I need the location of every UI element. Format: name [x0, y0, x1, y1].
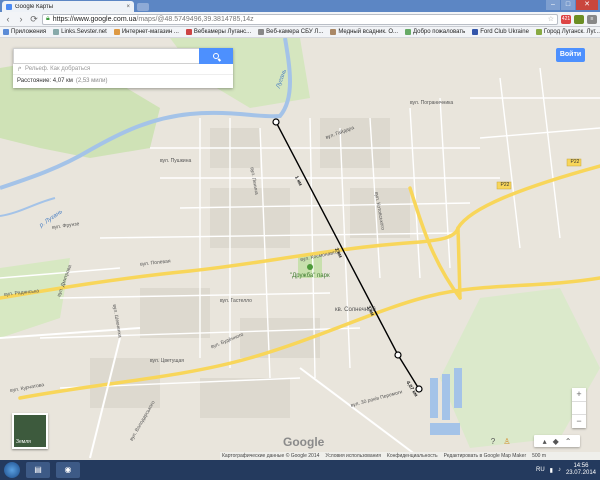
- bookmark-item[interactable]: Веб-камера СБУ Л...: [258, 29, 323, 35]
- route-shield-label: P22: [570, 159, 580, 165]
- distance-miles: (2,53 мили): [75, 77, 108, 84]
- address-bar[interactable]: 🔒︎ https://www.google.com.ua/maps/@48.57…: [42, 13, 558, 25]
- tab-title: Google Карты: [15, 3, 54, 10]
- route-shield-label: P22: [500, 182, 510, 188]
- distance-label: Расстояние: 4,07 км: [17, 77, 73, 84]
- tab-close-icon[interactable]: ×: [126, 4, 130, 10]
- street-label: вул. Гастелло: [220, 298, 252, 304]
- browser-window: Google Карты × – □ ✕ ‹ › ⟳ 🔒︎ https://ww…: [0, 0, 600, 480]
- clock-time: 14:56: [573, 463, 589, 469]
- scale-label: 500 m: [532, 453, 547, 459]
- clock-date: 23.07.2014: [565, 470, 596, 476]
- bookmark-apps[interactable]: Приложения: [3, 29, 46, 35]
- search-panel: ↱ Рельеф. Как добраться Расстояние: 4,07…: [13, 48, 233, 88]
- maps-favicon-icon: [6, 3, 12, 10]
- lock-icon: 🔒︎: [46, 15, 50, 22]
- earth-view-toggle[interactable]: Земля: [12, 413, 48, 449]
- zoom-control: + −: [572, 388, 586, 428]
- taskbar: ▤ ◉ RU ▮ ♪ 14:56 23.07.2014: [0, 460, 600, 480]
- search-icon: [213, 53, 219, 59]
- privacy-link[interactable]: Конфиденциальность: [387, 453, 438, 459]
- extension-badge[interactable]: 421: [561, 14, 571, 24]
- bookmark-item[interactable]: Links.Sevster.net: [53, 29, 107, 35]
- directions-label: Рельеф. Как добраться: [25, 66, 91, 72]
- url-host: https://www.google.com.ua: [52, 15, 137, 23]
- bookmark-star-icon[interactable]: ☆: [548, 15, 554, 23]
- bookmarks-bar: Приложения Links.Sevster.net Интернет-ма…: [0, 27, 600, 38]
- browser-toolbar: ‹ › ⟳ 🔒︎ https://www.google.com.ua/maps/…: [0, 12, 600, 27]
- back-button[interactable]: ‹: [3, 14, 13, 24]
- attribution-bar: Картографические данные © Google 2014 Ус…: [220, 452, 600, 460]
- street-label: вул. Пушкина: [160, 158, 192, 164]
- directions-icon: ↱: [17, 66, 23, 73]
- expand-icon: ⌃: [564, 436, 572, 446]
- help-button[interactable]: ?: [488, 435, 498, 447]
- imagery-icon: ▴: [542, 436, 547, 446]
- map-canvas[interactable]: Лугань р. Лугань "Дружба" парк кв. Солне…: [0, 38, 600, 460]
- bookmark-item[interactable]: Город Луганск. Луг...: [535, 29, 600, 35]
- map-maker-link[interactable]: Редактировать в Google Map Maker: [444, 453, 527, 459]
- zoom-in-button[interactable]: +: [572, 388, 586, 401]
- maximize-button[interactable]: □: [561, 0, 575, 10]
- chrome-taskbar-button[interactable]: ◉: [56, 462, 80, 478]
- url-path: /maps/@48.5749496,39.3814785,14z: [136, 15, 254, 23]
- street-label: вул. Пограничника: [410, 100, 454, 106]
- bookmark-item[interactable]: Вебкамеры Луганс...: [185, 29, 251, 35]
- network-icon[interactable]: ▮: [550, 467, 553, 474]
- street-label: вул. Цветущая: [150, 358, 184, 364]
- sign-in-button[interactable]: Войти: [556, 48, 585, 62]
- bookmark-item[interactable]: Ford Club Ukraine: [472, 29, 529, 35]
- zoom-slider[interactable]: [572, 401, 586, 415]
- terms-link[interactable]: Условия использования: [325, 453, 381, 459]
- forward-button[interactable]: ›: [16, 14, 26, 24]
- title-bar: Google Карты × – □ ✕: [0, 0, 600, 12]
- imagery-icon: ◆: [552, 436, 559, 446]
- search-button[interactable]: [199, 48, 233, 64]
- earth-label: Земля: [16, 439, 31, 445]
- park-label: "Дружба" парк: [290, 273, 330, 279]
- bookmark-item[interactable]: Добро пожаловать: [405, 29, 465, 35]
- system-tray: RU ▮ ♪ 14:56 23.07.2014: [536, 463, 596, 477]
- menu-icon[interactable]: ≡: [587, 14, 597, 24]
- close-window-button[interactable]: ✕: [576, 0, 598, 10]
- search-input[interactable]: [13, 48, 199, 64]
- bookmark-item[interactable]: Медный всадник. О...: [330, 29, 398, 35]
- map-graphic: [0, 38, 600, 460]
- browser-tab[interactable]: Google Карты ×: [2, 1, 134, 12]
- start-button[interactable]: [4, 462, 20, 478]
- new-tab-button[interactable]: [137, 3, 149, 11]
- google-logo: Google: [283, 435, 325, 449]
- imagery-strip[interactable]: ▴ ◆ ⌃: [534, 435, 580, 447]
- clock[interactable]: 14:56 23.07.2014: [566, 463, 596, 477]
- reload-button[interactable]: ⟳: [29, 14, 39, 25]
- distance-row: Расстояние: 4,07 км (2,53 мили): [13, 75, 233, 86]
- window-controls: – □ ✕: [546, 0, 598, 10]
- minimize-button[interactable]: –: [546, 0, 560, 10]
- zoom-out-button[interactable]: −: [572, 415, 586, 428]
- extension-icon[interactable]: [574, 14, 584, 24]
- pegman-icon[interactable]: ♙: [502, 435, 512, 447]
- directions-row[interactable]: ↱ Рельеф. Как добраться: [13, 64, 233, 75]
- bookmark-item[interactable]: Интернет-магазин ...: [113, 29, 179, 35]
- explorer-taskbar-button[interactable]: ▤: [26, 462, 50, 478]
- attribution-text: Картографические данные © Google 2014: [222, 453, 320, 459]
- volume-icon[interactable]: ♪: [558, 467, 561, 473]
- language-indicator[interactable]: RU: [536, 467, 545, 473]
